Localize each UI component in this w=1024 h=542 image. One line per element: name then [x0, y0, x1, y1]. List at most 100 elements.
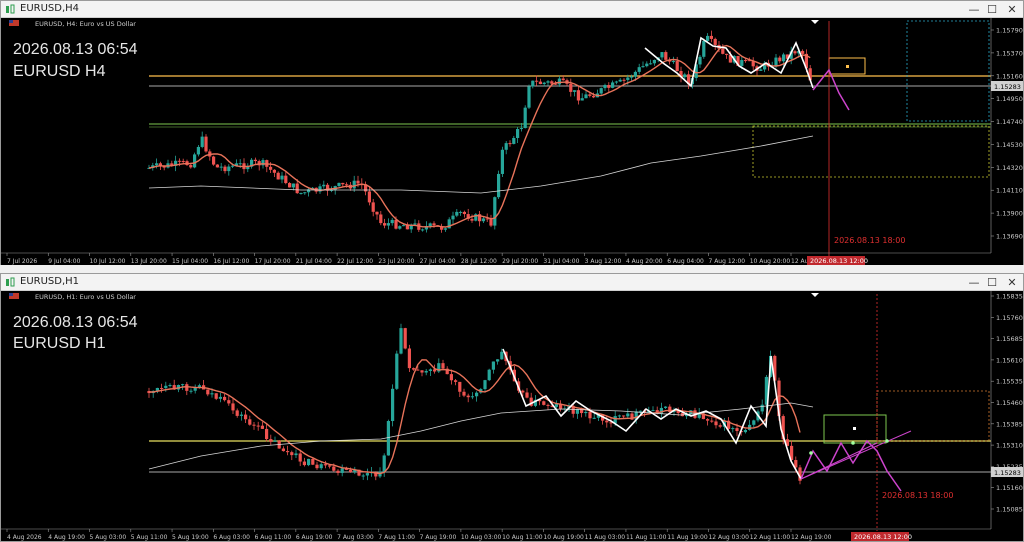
candle-body [512, 137, 516, 144]
time-tick-label: 11 Aug 19:00 [667, 534, 708, 541]
time-tick-label: 13 Jul 20:00 [131, 258, 167, 265]
chart-window-h4[interactable]: EURUSD,H4 — ☐ ✕ EURUSD, H4: Euro vs US D… [0, 0, 1024, 265]
candle-body [618, 79, 622, 82]
time-tick-label: 10 Jul 12:00 [90, 258, 126, 265]
candle-body [352, 180, 356, 189]
candle-body [290, 452, 294, 456]
close-button[interactable]: ✕ [999, 1, 1024, 18]
candle-body [491, 361, 495, 370]
candle-body [223, 396, 227, 401]
candle-body [782, 54, 786, 62]
candle-body [432, 223, 436, 226]
candle-body [399, 328, 403, 354]
candle-body [155, 163, 159, 166]
time-tick-label: 28 Jul 12:00 [461, 258, 497, 265]
candle-body [743, 429, 747, 433]
candle-body [709, 35, 713, 39]
pattern-box-center [846, 65, 849, 68]
time-tick-label: 5 Aug 19:00 [172, 534, 209, 541]
title-bar[interactable]: EURUSD,H1 — ☐ ✕ [1, 274, 1023, 291]
candle-body [573, 90, 577, 92]
candle-body [227, 166, 231, 172]
candle-body [160, 387, 164, 389]
candle-body [416, 369, 420, 371]
candle-body [214, 393, 218, 399]
price-chart-h1[interactable]: EURUSD, H1: Euro vs US Dollar 2026.08.13… [1, 291, 1023, 541]
candle-body [801, 50, 805, 54]
candle-body [592, 95, 596, 98]
candle-body [622, 79, 626, 81]
price-tick-label: 1.15835 [996, 293, 1023, 301]
close-button[interactable]: ✕ [999, 274, 1024, 291]
candle-body [379, 214, 383, 224]
time-tick-label: 23 Jul 20:00 [378, 258, 414, 265]
time-tick-label: 10 Aug 11:00 [502, 534, 543, 541]
candle-body [356, 180, 360, 184]
time-tick-label: 6 Aug 03:00 [213, 534, 250, 541]
candle-body [675, 61, 679, 72]
candle-body [630, 76, 634, 78]
price-tick-label: 1.15160 [996, 484, 1023, 492]
candle-body [458, 381, 462, 392]
candle-body [651, 410, 655, 412]
candle-body [576, 90, 580, 101]
candle-body [633, 71, 637, 77]
price-tick-label: 1.15790 [996, 27, 1023, 35]
minimize-icon: — [968, 3, 980, 16]
candle-body [303, 192, 307, 194]
candle-body [652, 60, 656, 64]
candle-body [280, 175, 284, 180]
price-tick-label: 1.15085 [996, 506, 1023, 514]
candle-body [253, 159, 257, 162]
candle-body [349, 469, 353, 473]
candle-body [527, 86, 531, 108]
chart-background [1, 18, 1023, 265]
time-tick-label: 12 Aug 03:00 [708, 534, 749, 541]
candle-body [569, 83, 573, 92]
candle-body [382, 455, 386, 472]
candle-body [542, 82, 546, 85]
candle-body [637, 67, 641, 72]
title-bar[interactable]: EURUSD,H4 — ☐ ✕ [1, 1, 1023, 18]
candle-body [702, 40, 706, 57]
price-tick-label: 1.14740 [996, 118, 1023, 126]
candle-body [605, 420, 609, 423]
price-chart-h4[interactable]: EURUSD, H4: Euro vs US Dollar 2026.08.13… [1, 18, 1023, 265]
candle-body [759, 69, 763, 71]
symbol-info: EURUSD, H1: Euro vs US Dollar [35, 293, 136, 301]
candle-body [584, 411, 588, 414]
candle-body [683, 74, 687, 78]
candle-body [451, 215, 455, 220]
time-tick-label: 12 Aug 11:00 [750, 534, 791, 541]
candle-body [535, 80, 539, 82]
candle-body [193, 154, 197, 168]
candle-body [210, 393, 214, 395]
candle-body [413, 223, 417, 225]
candle-body [580, 98, 584, 101]
candle-body [611, 82, 615, 88]
candle-body [793, 51, 797, 54]
candle-body [504, 143, 508, 150]
candle-body [298, 453, 302, 462]
symbol-timeframe-label: EURUSD H1 [13, 335, 106, 352]
time-tick-label: 4 Aug 2026 [7, 534, 42, 541]
close-icon: ✕ [1007, 276, 1017, 289]
flag-icon [9, 20, 19, 26]
candle-body [462, 211, 466, 215]
candle-body [525, 392, 529, 398]
candle-body [311, 458, 315, 465]
candle-body [319, 464, 323, 469]
time-tick-label: 4 Aug 20:00 [626, 258, 663, 265]
candle-body [546, 404, 550, 406]
price-tick-label: 1.15370 [996, 49, 1023, 57]
candle-body [664, 52, 668, 60]
time-tick-label: 5 Aug 03:00 [90, 534, 127, 541]
chart-window-h1[interactable]: EURUSD,H1 — ☐ ✕ EURUSD, H1: Euro vs US D… [0, 273, 1024, 542]
candle-body [626, 77, 630, 80]
price-tick-label: 1.14530 [996, 141, 1023, 149]
candle-body [269, 439, 273, 442]
candle-body [402, 225, 406, 227]
pattern-box-center [853, 427, 856, 430]
candle-body [500, 149, 504, 174]
candle-body [428, 223, 432, 227]
